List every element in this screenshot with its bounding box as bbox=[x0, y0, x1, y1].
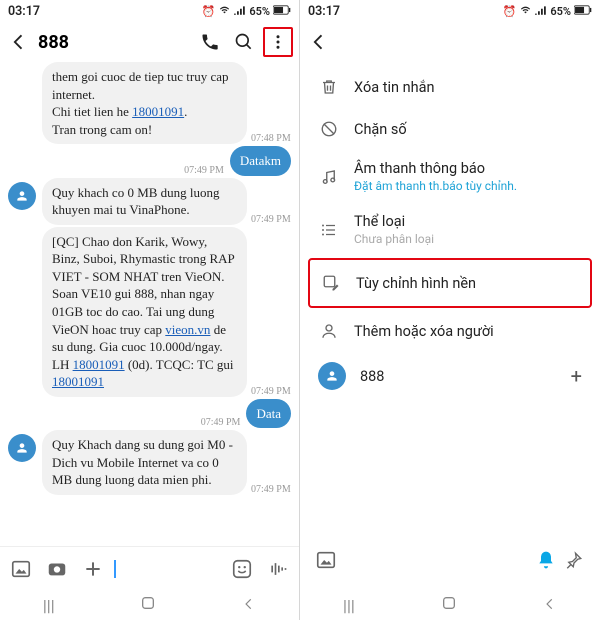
timestamp: 07:49 PM bbox=[251, 214, 291, 225]
battery-icon bbox=[574, 5, 592, 18]
phone-link[interactable]: 18001091 bbox=[73, 357, 125, 372]
voice-icon[interactable] bbox=[263, 554, 293, 584]
status-bar: 03:17 ⏰ 65% bbox=[300, 0, 600, 22]
menu-label: Thêm hoặc xóa người bbox=[354, 323, 494, 340]
more-options-button[interactable] bbox=[263, 27, 293, 57]
menu-header bbox=[300, 22, 600, 62]
menu-customize-background[interactable]: Tùy chỉnh hình nền bbox=[308, 258, 592, 308]
wifi-icon bbox=[519, 5, 532, 18]
alarm-icon: ⏰ bbox=[202, 5, 216, 18]
menu-label: Xóa tin nhắn bbox=[354, 79, 434, 96]
messages-list[interactable]: them goi cuoc de tiep tuc truy cap inter… bbox=[0, 62, 299, 537]
timestamp: 07:49 PM bbox=[251, 386, 291, 397]
timestamp: 07:49 PM bbox=[201, 417, 241, 428]
timestamp: 07:49 PM bbox=[251, 484, 291, 495]
message-bubble-sent[interactable]: Data bbox=[246, 399, 291, 429]
message-bubble[interactable]: them goi cuoc de tiep tuc truy cap inter… bbox=[42, 62, 247, 144]
back-nav-button[interactable] bbox=[543, 596, 557, 615]
nav-bar: ||| bbox=[300, 590, 600, 620]
gallery-icon[interactable] bbox=[312, 546, 340, 574]
battery-text: 65% bbox=[249, 5, 270, 18]
menu-block-number[interactable]: Chặn số bbox=[300, 108, 600, 150]
menu-add-remove-people[interactable]: Thêm hoặc xóa người bbox=[300, 310, 600, 352]
add-icon[interactable] bbox=[78, 554, 108, 584]
options-menu: Xóa tin nhắn Chặn số Âm thanh thông báo … bbox=[300, 62, 600, 404]
bell-icon[interactable] bbox=[532, 546, 560, 574]
bottom-toolbar bbox=[300, 542, 600, 578]
wifi-icon bbox=[218, 5, 231, 18]
contact-avatar[interactable] bbox=[8, 434, 36, 462]
home-button[interactable] bbox=[441, 595, 457, 615]
search-button[interactable] bbox=[229, 27, 259, 57]
menu-label: Âm thanh thông báo bbox=[354, 160, 517, 177]
menu-label: Chặn số bbox=[354, 121, 407, 138]
menu-contact-row[interactable]: 888 + bbox=[300, 352, 600, 400]
url-link[interactable]: vieon.vn bbox=[165, 322, 210, 337]
call-button[interactable] bbox=[195, 27, 225, 57]
recents-button[interactable]: ||| bbox=[343, 596, 355, 615]
gallery-icon[interactable] bbox=[6, 554, 36, 584]
back-button[interactable] bbox=[6, 29, 32, 55]
phone-link[interactable]: 18001091 bbox=[132, 104, 184, 119]
battery-text: 65% bbox=[550, 5, 571, 18]
contact-avatar[interactable] bbox=[8, 182, 36, 210]
menu-sublabel: Chưa phân loại bbox=[354, 232, 434, 246]
sticker-icon[interactable] bbox=[227, 554, 257, 584]
recents-button[interactable]: ||| bbox=[43, 596, 55, 615]
back-button[interactable] bbox=[306, 29, 332, 55]
signal-icon bbox=[234, 5, 246, 18]
nav-bar: ||| bbox=[0, 590, 299, 620]
menu-label: Thể loại bbox=[354, 213, 434, 230]
home-button[interactable] bbox=[140, 595, 156, 615]
pin-icon[interactable] bbox=[560, 546, 588, 574]
message-input[interactable] bbox=[114, 554, 221, 584]
message-bubble[interactable]: Quy khach co 0 MB dung luong khuyen mai … bbox=[42, 178, 247, 225]
battery-icon bbox=[273, 5, 291, 18]
message-bubble-sent[interactable]: Datakm bbox=[230, 146, 291, 176]
status-icons: ⏰ 65% bbox=[202, 5, 291, 18]
timestamp: 07:49 PM bbox=[184, 165, 224, 176]
add-icon[interactable]: + bbox=[571, 364, 582, 388]
signal-icon bbox=[535, 5, 547, 18]
phone-link[interactable]: 18001091 bbox=[52, 374, 104, 389]
menu-label: Tùy chỉnh hình nền bbox=[356, 275, 476, 292]
status-icons: ⏰ 65% bbox=[503, 5, 592, 18]
message-bubble[interactable]: Quy Khach dang su dung goi M0 - Dich vu … bbox=[42, 430, 247, 495]
camera-icon[interactable] bbox=[42, 554, 72, 584]
compose-bar bbox=[0, 546, 299, 590]
menu-category[interactable]: Thể loại Chưa phân loại bbox=[300, 203, 600, 256]
message-bubble[interactable]: [QC] Chao don Karik, Wowy, Binz, Suboi, … bbox=[42, 227, 247, 397]
trash-icon bbox=[318, 76, 340, 98]
back-nav-button[interactable] bbox=[242, 596, 256, 615]
menu-sublabel: Đặt âm thanh th.báo tùy chỉnh. bbox=[354, 179, 517, 193]
conversation-title: 888 bbox=[38, 32, 189, 53]
menu-delete-messages[interactable]: Xóa tin nhắn bbox=[300, 66, 600, 108]
music-icon bbox=[318, 166, 340, 188]
edit-icon bbox=[320, 272, 342, 294]
list-icon bbox=[318, 219, 340, 241]
timestamp: 07:48 PM bbox=[251, 133, 291, 144]
clock: 03:17 bbox=[308, 4, 340, 19]
alarm-icon: ⏰ bbox=[503, 5, 517, 18]
person-icon bbox=[318, 320, 340, 342]
status-bar: 03:17 ⏰ 65% bbox=[0, 0, 299, 22]
block-icon bbox=[318, 118, 340, 140]
contact-name: 888 bbox=[360, 368, 384, 385]
clock: 03:17 bbox=[8, 4, 40, 19]
menu-notification-sound[interactable]: Âm thanh thông báo Đặt âm thanh th.báo t… bbox=[300, 150, 600, 203]
contact-avatar bbox=[318, 362, 346, 390]
conversation-header: 888 bbox=[0, 22, 299, 62]
